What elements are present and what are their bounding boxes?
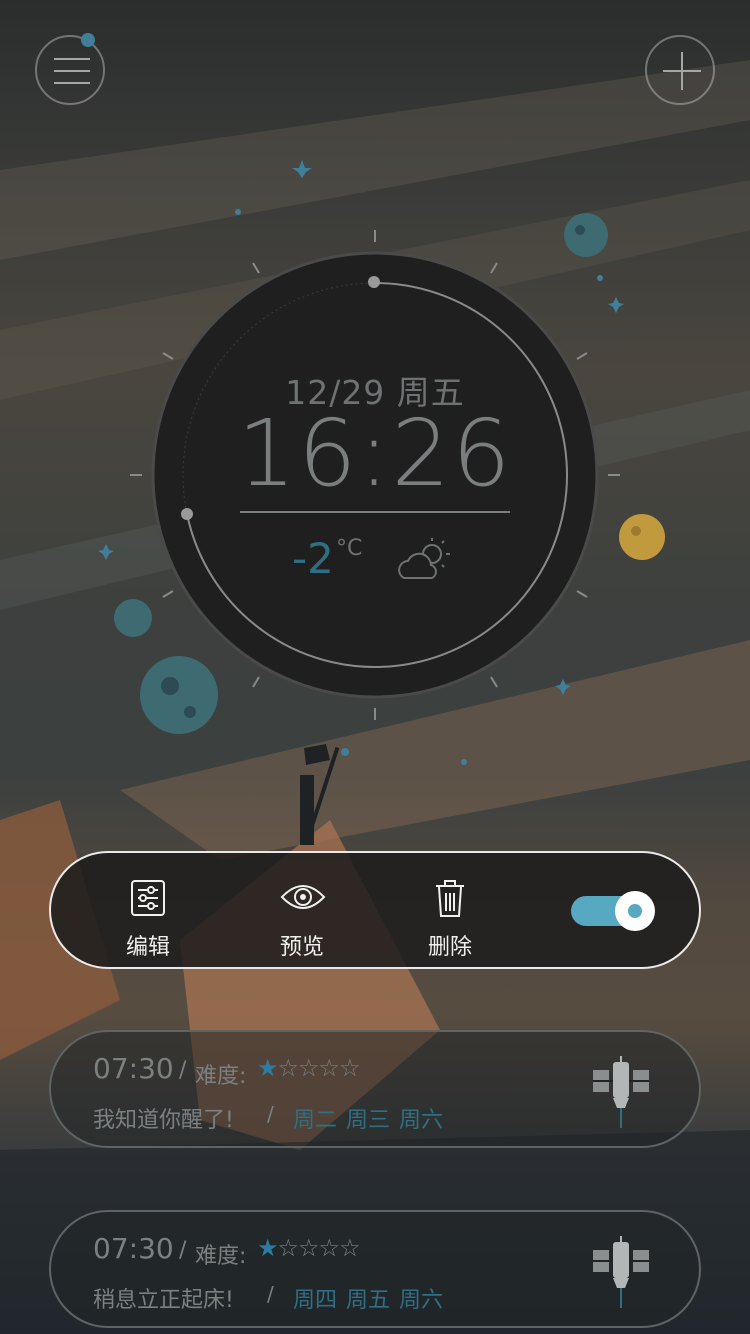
add-alarm-button[interactable] — [645, 35, 715, 105]
difficulty-label: 难度: — [195, 1244, 247, 1269]
separator: / — [179, 1238, 187, 1263]
alarm-card[interactable]: 07:30 / 难度: ★☆☆☆☆ 稍息立正起床! / 周四 周五 周六 — [49, 1210, 701, 1328]
edit-button[interactable]: 编辑 — [103, 853, 193, 967]
alarm-days: 周二 周三 周六 — [293, 1108, 443, 1133]
star-filled: ★ — [257, 1234, 278, 1262]
alarm-message: 我知道你醒了! — [93, 1108, 234, 1133]
alarm-action-bar: 编辑 预览 删除 — [49, 851, 701, 969]
clock-time: 16:26 — [237, 400, 513, 507]
edit-label: 编辑 — [125, 935, 170, 960]
star-empty: ☆☆☆☆ — [277, 1054, 361, 1082]
preview-label: 预览 — [279, 935, 324, 960]
separator: / — [267, 1282, 274, 1306]
difficulty-stars: ★☆☆☆☆ — [257, 1054, 361, 1082]
plus-icon — [663, 52, 701, 90]
notification-dot — [81, 33, 95, 47]
trash-icon — [436, 880, 464, 917]
alarm-days: 周四 周五 周六 — [293, 1288, 443, 1313]
menu-icon — [54, 58, 90, 84]
satellite-icon — [593, 1056, 649, 1128]
delete-button[interactable]: 删除 — [405, 853, 495, 967]
difficulty-label: 难度: — [195, 1064, 247, 1089]
separator: / — [179, 1058, 187, 1083]
alarm-time: 07:30 — [93, 1052, 174, 1085]
star-empty: ☆☆☆☆ — [277, 1234, 361, 1262]
delete-label: 删除 — [427, 935, 472, 960]
toggle-knob — [615, 891, 655, 931]
clock-start-knob — [368, 276, 380, 288]
partly-cloudy-icon — [398, 538, 450, 579]
clock-end-knob — [181, 508, 193, 520]
satellite-icon — [593, 1236, 649, 1308]
star-filled: ★ — [257, 1054, 278, 1082]
separator: / — [267, 1102, 274, 1126]
alarm-message: 稍息立正起床! — [93, 1288, 234, 1313]
preview-button[interactable]: 预览 — [257, 853, 347, 967]
temperature-value: -2 — [292, 534, 334, 583]
alarm-card[interactable]: 07:30 / 难度: ★☆☆☆☆ 我知道你醒了! / 周二 周三 周六 — [49, 1030, 701, 1148]
temperature-unit: °C — [336, 536, 363, 561]
menu-button[interactable] — [35, 35, 105, 105]
eye-icon — [280, 885, 326, 909]
alarm-enabled-toggle[interactable] — [571, 891, 657, 931]
toggle-knob-dot — [628, 904, 642, 918]
difficulty-stars: ★☆☆☆☆ — [257, 1234, 361, 1262]
edit-settings-icon — [131, 880, 165, 916]
alarm-time: 07:30 — [93, 1232, 174, 1265]
